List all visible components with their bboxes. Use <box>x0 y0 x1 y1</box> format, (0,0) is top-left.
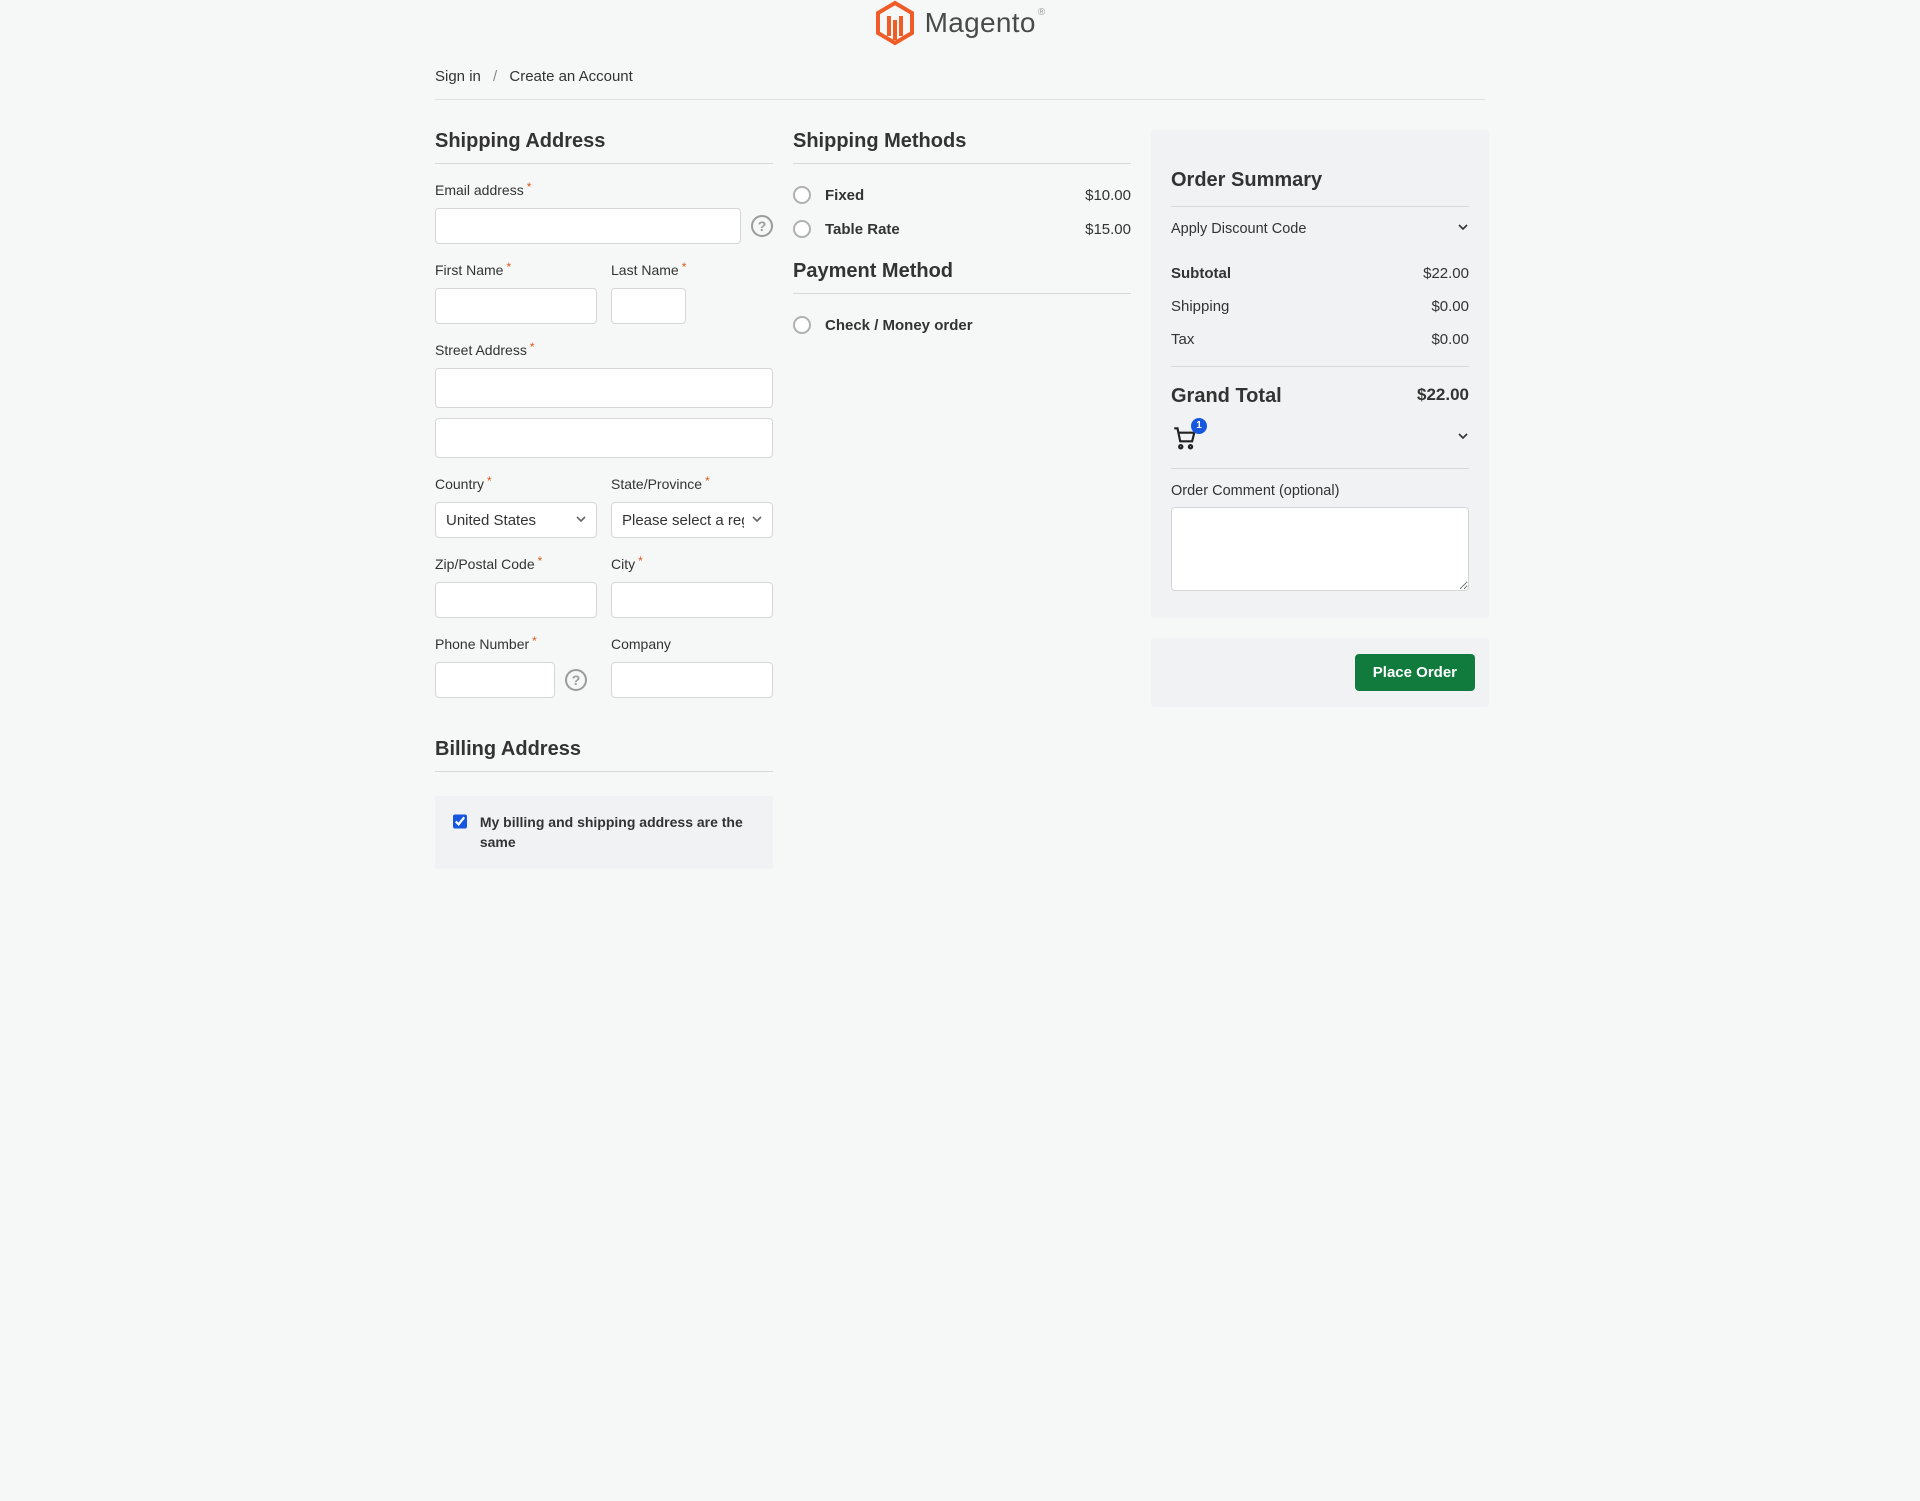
last-name-label: Last Name* <box>611 262 773 278</box>
tax-row: Tax $0.00 <box>1171 323 1469 356</box>
discount-toggle[interactable]: Apply Discount Code <box>1171 207 1469 251</box>
state-select[interactable]: Please select a region <box>611 502 773 538</box>
order-summary-title: Order Summary <box>1171 169 1469 192</box>
magento-logo: Magento® <box>875 0 1046 46</box>
header-logo-row: Magento® <box>435 0 1485 58</box>
order-summary-column: Order Summary Apply Discount Code Subtot… <box>1151 130 1489 869</box>
country-select[interactable]: United States <box>435 502 597 538</box>
grand-total-row: Grand Total $22.00 <box>1171 367 1469 416</box>
state-label: State/Province* <box>611 476 773 492</box>
help-icon[interactable]: ? <box>565 669 587 691</box>
radio-icon[interactable] <box>793 220 811 238</box>
email-input[interactable] <box>435 208 741 244</box>
shipping-method-fixed[interactable]: Fixed $10.00 <box>793 174 1131 216</box>
city-label: City* <box>611 556 773 572</box>
place-order-button[interactable]: Place Order <box>1355 654 1475 691</box>
zip-input[interactable] <box>435 582 597 618</box>
payment-method-title: Payment Method <box>793 260 1131 294</box>
street-label: Street Address* <box>435 342 773 358</box>
radio-icon[interactable] <box>793 316 811 334</box>
sign-in-link[interactable]: Sign in <box>435 68 481 85</box>
shipping-row: Shipping $0.00 <box>1171 290 1469 323</box>
shipping-method-table-rate[interactable]: Table Rate $15.00 <box>793 216 1131 250</box>
cart-items-toggle[interactable]: 1 <box>1171 416 1469 468</box>
chevron-down-icon <box>1457 221 1469 237</box>
company-input[interactable] <box>611 662 773 698</box>
help-icon[interactable]: ? <box>751 215 773 237</box>
zip-label: Zip/Postal Code* <box>435 556 597 572</box>
order-summary-card: Order Summary Apply Discount Code Subtot… <box>1151 130 1489 618</box>
street-address-1-input[interactable] <box>435 368 773 408</box>
order-comment-textarea[interactable] <box>1171 507 1469 591</box>
chevron-down-icon <box>1457 429 1469 445</box>
billing-address-title: Billing Address <box>435 738 773 772</box>
shipping-method-label: Fixed <box>825 187 864 204</box>
auth-separator: / <box>493 68 497 85</box>
cart-count-badge: 1 <box>1191 418 1207 434</box>
last-name-input[interactable] <box>611 288 686 324</box>
logo-text: Magento® <box>925 7 1046 39</box>
payment-method-check[interactable]: Check / Money order <box>793 304 1131 346</box>
first-name-input[interactable] <box>435 288 597 324</box>
shipping-methods-title: Shipping Methods <box>793 130 1131 164</box>
shipping-method-price: $10.00 <box>1085 187 1131 204</box>
shipping-address-column: Shipping Address Email address* ? First … <box>435 130 773 869</box>
country-label: Country* <box>435 476 597 492</box>
create-account-link[interactable]: Create an Account <box>509 68 632 85</box>
phone-input[interactable] <box>435 662 555 698</box>
payment-method-label: Check / Money order <box>825 317 973 334</box>
first-name-label: First Name* <box>435 262 597 278</box>
radio-icon[interactable] <box>793 186 811 204</box>
shipping-method-price: $15.00 <box>1085 221 1131 238</box>
phone-label: Phone Number* <box>435 636 597 652</box>
email-label: Email address* <box>435 182 773 198</box>
subtotal-row: Subtotal $22.00 <box>1171 257 1469 290</box>
magento-logo-icon <box>875 0 915 46</box>
place-order-bar: Place Order <box>1151 638 1489 707</box>
city-input[interactable] <box>611 582 773 618</box>
shipping-payment-column: Shipping Methods Fixed $10.00 Table Rate… <box>793 130 1131 869</box>
street-address-2-input[interactable] <box>435 418 773 458</box>
billing-same-box: My billing and shipping address are the … <box>435 796 773 869</box>
shipping-method-label: Table Rate <box>825 221 900 238</box>
shipping-address-title: Shipping Address <box>435 130 773 164</box>
billing-same-label: My billing and shipping address are the … <box>480 812 759 853</box>
company-label: Company <box>611 636 773 652</box>
order-comment-label: Order Comment (optional) <box>1171 483 1469 499</box>
auth-links: Sign in / Create an Account <box>435 58 1485 100</box>
discount-label: Apply Discount Code <box>1171 221 1306 237</box>
billing-same-checkbox[interactable] <box>453 814 467 829</box>
